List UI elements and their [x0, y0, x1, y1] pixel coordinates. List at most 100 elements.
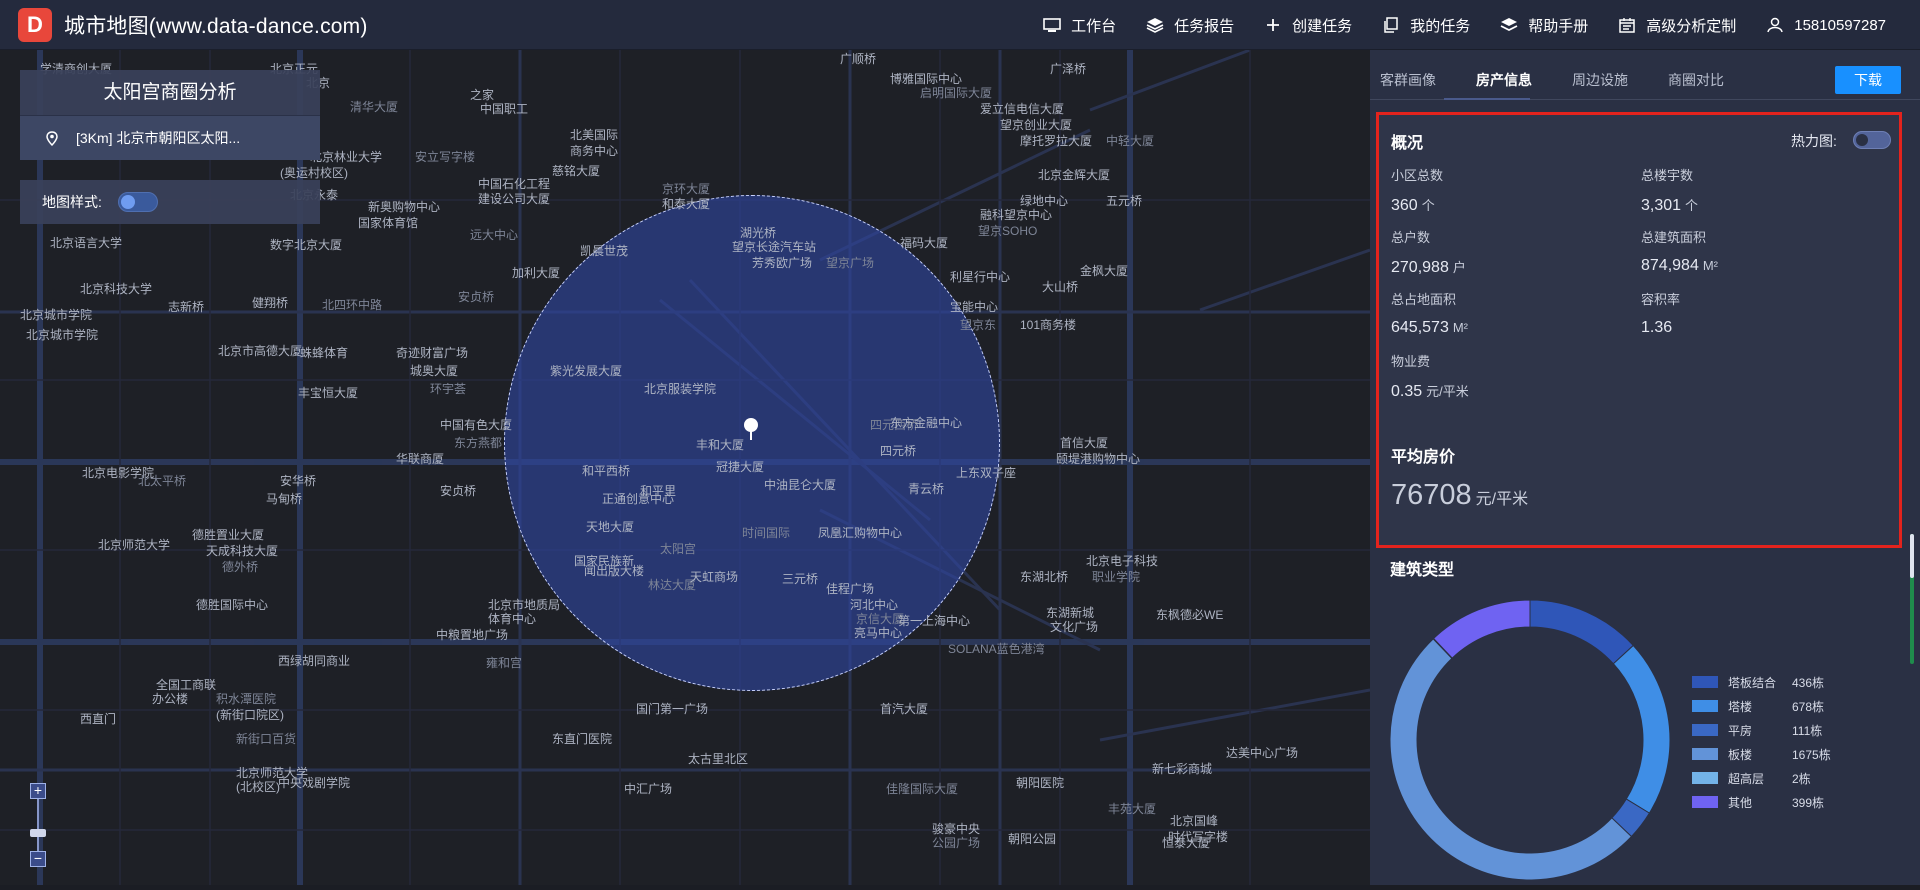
- nav-my-tasks-label: 我的任务: [1410, 17, 1471, 35]
- legend-item[interactable]: 平房 111栋: [1692, 718, 1831, 742]
- stat-label: 小区总数: [1391, 168, 1444, 183]
- active-tab-indicator: [1444, 98, 1530, 100]
- map-poi-label: 国家体育馆: [358, 216, 419, 230]
- tab-area-comparison[interactable]: 商圈对比: [1668, 70, 1724, 90]
- stat-floor-area: 总建筑面积 874,984 M²: [1641, 227, 1718, 275]
- map-poi-label: 健翔桥: [252, 296, 289, 310]
- nav-help-manual-label: 帮助手册: [1528, 17, 1589, 35]
- stat-property-fee: 物业费 0.35 元/平米: [1391, 351, 1469, 401]
- stat-community-count: 小区总数 360 个: [1391, 165, 1443, 215]
- map-poi-label: 新街口百货: [236, 732, 297, 746]
- legend-label: 平房: [1728, 723, 1753, 738]
- legend-label: 超高层: [1728, 771, 1765, 786]
- map-poi-label: 时间国际: [742, 526, 791, 540]
- heatmap-toggle[interactable]: [1853, 131, 1891, 149]
- stat-unit: 个: [1685, 198, 1699, 213]
- map-poi-label: 加利大厦: [512, 266, 561, 280]
- map-poi-label: 中汇广场: [624, 782, 673, 796]
- trade-area-address-text: [3Km] 北京市朝阳区太阳...: [76, 130, 241, 146]
- stat-label: 总户数: [1391, 230, 1431, 245]
- building-type-donut-chart[interactable]: [1380, 590, 1680, 890]
- stat-land-area: 总占地面积 645,573 M²: [1391, 289, 1468, 337]
- donut-slice-1[interactable]: [1612, 644, 1671, 814]
- legend-item[interactable]: 板楼 1675栋: [1692, 742, 1831, 766]
- map-poi-label: 丰和大厦: [696, 438, 745, 452]
- legend-swatch: [1692, 748, 1718, 760]
- map-poi-label: 时代写字楼: [1168, 830, 1229, 844]
- map-poi-label: 正通创意中心: [602, 492, 675, 506]
- map-poi-label: 北美国际: [570, 128, 619, 142]
- donut-slice-5[interactable]: [1432, 599, 1531, 659]
- map-poi-label: 佳程广场: [826, 582, 875, 596]
- map-poi-label: 清华大厦: [350, 100, 399, 114]
- zoom-in-button[interactable]: +: [30, 783, 46, 799]
- heatmap-label: 热力图:: [1791, 133, 1837, 149]
- map-poi-label: 丰宝恒大厦: [298, 386, 359, 400]
- city-map[interactable]: + − 学清商创大厦北京正元北京清华大厦中国职工之家广顺桥博雅国际中心启明国际大…: [0, 50, 1370, 885]
- map-poi-label: 北京市高德大厦: [218, 344, 303, 358]
- map-poi-label: 宝能中心: [950, 300, 999, 314]
- stat-household-count: 总户数 270,988 户: [1391, 227, 1466, 277]
- trade-area-title: 太阳宫商圈分析: [20, 70, 320, 116]
- map-poi-label: 四元桥: [880, 444, 917, 458]
- map-poi-label: (新街口院区): [216, 708, 284, 722]
- tab-property-info[interactable]: 房产信息: [1476, 70, 1532, 90]
- legend-item[interactable]: 超高层 2栋: [1692, 766, 1831, 790]
- map-poi-label: 安贞桥: [458, 290, 495, 304]
- map-poi-label: 北京服装学院: [644, 382, 717, 396]
- zoom-out-button[interactable]: −: [30, 851, 46, 867]
- nav-create-task[interactable]: 创建任务: [1264, 15, 1352, 36]
- donut-slice-0[interactable]: [1529, 599, 1635, 665]
- map-poi-label: 城奥大厦: [410, 364, 459, 378]
- legend-label: 其他: [1728, 795, 1753, 810]
- map-poi-label: 北京科技大学: [80, 282, 153, 296]
- tab-nearby-facilities[interactable]: 周边设施: [1572, 70, 1628, 90]
- legend-item[interactable]: 其他 399栋: [1692, 790, 1831, 814]
- stat-unit: 元/平米: [1426, 384, 1469, 399]
- nav-workbench[interactable]: 工作台: [1043, 15, 1116, 36]
- map-poi-label: 望京东: [960, 318, 997, 332]
- map-poi-label: 大山桥: [1042, 280, 1079, 294]
- map-poi-label: 环宇荟: [430, 382, 467, 396]
- copy-icon: [1382, 17, 1400, 33]
- nav-advanced-analysis[interactable]: 高级分析定制: [1618, 15, 1736, 36]
- stat-value: 1.36: [1641, 319, 1673, 336]
- map-poi-label: 亮马中心: [854, 626, 903, 640]
- map-poi-label: 第一上海中心: [898, 614, 971, 628]
- trade-area-address[interactable]: [3Km] 北京市朝阳区太阳...: [20, 116, 320, 160]
- legend-label: 板楼: [1728, 747, 1753, 762]
- map-poi-label: 商务中心: [570, 144, 619, 158]
- legend-item[interactable]: 塔楼 678栋: [1692, 694, 1831, 718]
- map-poi-label: 东方金融中心: [890, 416, 963, 430]
- stat-label: 容积率: [1641, 292, 1681, 307]
- panel-scrollbar[interactable]: [1910, 534, 1916, 664]
- legend-value: 111栋: [1792, 723, 1823, 738]
- map-style-toggle[interactable]: [117, 192, 158, 212]
- nav-task-report[interactable]: 任务报告: [1146, 15, 1234, 36]
- map-poi-label: 奇迹财富广场: [396, 346, 469, 360]
- nav-user-account[interactable]: 15810597287: [1766, 17, 1886, 34]
- location-pin-icon[interactable]: [744, 418, 758, 440]
- stat-label: 物业费: [1391, 354, 1431, 369]
- map-poi-label: 闻出版大楼: [584, 564, 645, 578]
- nav-help-manual[interactable]: 帮助手册: [1500, 15, 1588, 36]
- legend-value: 678栋: [1792, 699, 1825, 714]
- map-poi-label: 广顺桥: [840, 52, 877, 66]
- map-poi-label: 朝阳医院: [1016, 776, 1065, 790]
- tab-customer-profile[interactable]: 客群画像: [1380, 70, 1436, 90]
- app-logo[interactable]: D: [18, 7, 52, 42]
- legend-item[interactable]: 塔板结合 436栋: [1692, 670, 1831, 694]
- download-button[interactable]: 下载: [1835, 66, 1901, 94]
- map-poi-label: 林达大厦: [648, 578, 697, 592]
- zoom-slider-handle[interactable]: [30, 829, 46, 837]
- map-poi-label: 北京金辉大厦: [1038, 168, 1111, 182]
- info-tabs: 客群画像 房产信息 周边设施 商圈对比 下载: [1370, 50, 1920, 100]
- building-type-legend: 塔板结合 436栋 塔楼 678栋平房 111栋板楼 1675栋 超高层 2栋 其他 399栋: [1692, 670, 1831, 814]
- zoom-slider-track[interactable]: [37, 799, 39, 851]
- map-poi-label: 中油昆仑大厦: [764, 478, 837, 492]
- map-poi-label: 三元桥: [782, 572, 819, 586]
- nav-my-tasks[interactable]: 我的任务: [1382, 15, 1470, 36]
- scrollbar-thumb[interactable]: [1910, 534, 1914, 578]
- donut-slice-3[interactable]: [1389, 638, 1633, 881]
- map-poi-label: 雍和宫: [486, 656, 523, 670]
